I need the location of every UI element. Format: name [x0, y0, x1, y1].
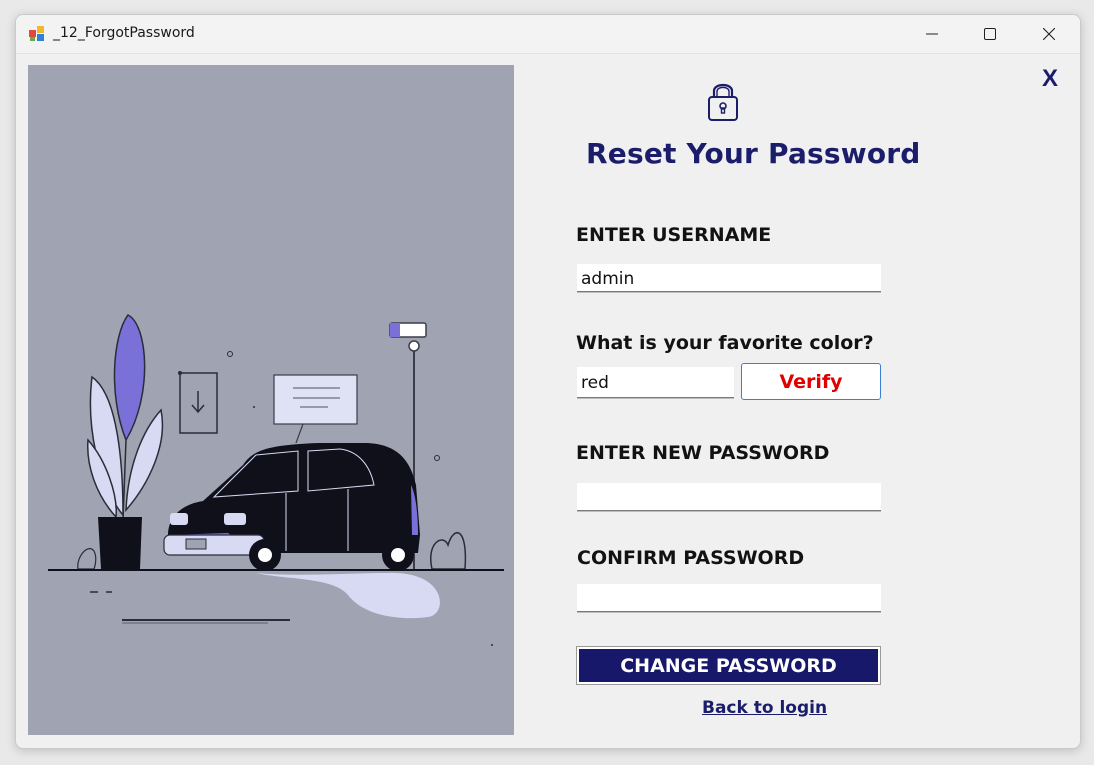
- username-input[interactable]: [577, 264, 881, 292]
- new-password-label: ENTER NEW PASSWORD: [576, 442, 830, 464]
- change-password-button[interactable]: CHANGE PASSWORD: [576, 646, 881, 685]
- username-label: ENTER USERNAME: [576, 224, 772, 246]
- window-title: _12_ForgotPassword: [53, 25, 195, 41]
- confirm-password-label: CONFIRM PASSWORD: [577, 547, 805, 569]
- minimize-icon: [926, 33, 938, 35]
- title-bar: _12_ForgotPassword: [16, 15, 1080, 54]
- car-parking-illustration: [28, 65, 514, 735]
- confirm-password-input[interactable]: [577, 584, 881, 612]
- page-title: Reset Your Password: [586, 137, 921, 170]
- security-answer-input[interactable]: [577, 367, 734, 398]
- close-form-button[interactable]: X: [1042, 65, 1058, 93]
- close-window-button[interactable]: [1020, 15, 1078, 53]
- back-to-login-link[interactable]: Back to login: [702, 698, 827, 718]
- close-icon: [1043, 28, 1055, 40]
- new-password-input[interactable]: [577, 483, 881, 511]
- verify-button[interactable]: Verify: [741, 363, 881, 400]
- security-question-label: What is your favorite color?: [576, 332, 874, 354]
- minimize-button[interactable]: [903, 15, 961, 53]
- maximize-button[interactable]: [961, 15, 1019, 53]
- maximize-icon: [984, 28, 996, 40]
- app-icon: [29, 26, 44, 41]
- forgot-password-window: _12_ForgotPassword X Reset Your Password…: [15, 14, 1081, 749]
- lock-icon: [708, 83, 738, 121]
